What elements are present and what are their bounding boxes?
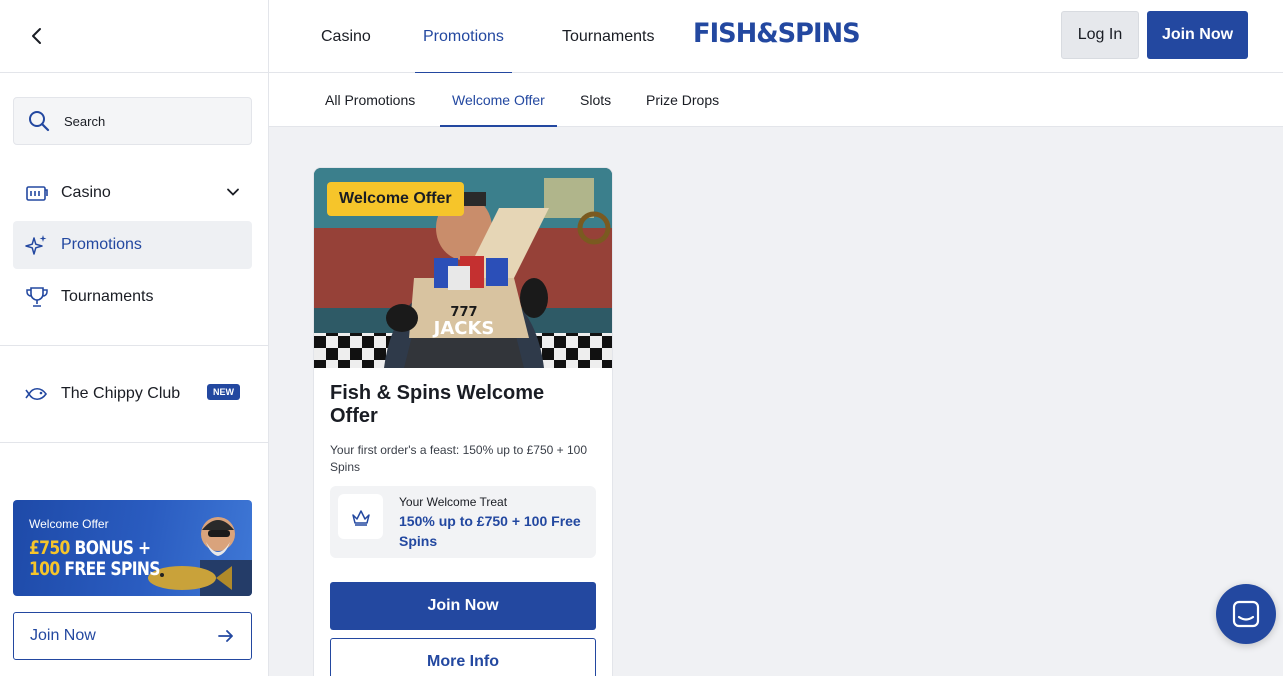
banner-amount: £750 [29, 537, 70, 559]
sidebar-item-label: Tournaments [61, 288, 154, 305]
brand-logo[interactable]: FISH&SPINS [693, 18, 861, 49]
banner-line2: FREE SPINS [64, 558, 160, 580]
search-placeholder: Search [64, 113, 106, 129]
box-brand: JACKS [432, 318, 495, 339]
tab-slots[interactable]: Slots [580, 73, 611, 126]
sidebar-item-label: The Chippy Club [61, 385, 181, 402]
promo-image[interactable]: 777 JACKS Welcome Offer [314, 168, 612, 368]
treat-value: 150% up to £750 + 100 Free Spins [399, 513, 581, 549]
welcome-offer-tag: Welcome Offer [327, 182, 464, 216]
sidebar-item-chippy-club[interactable]: The Chippy Club NEW [13, 370, 252, 418]
promo-card: 777 JACKS Welcome Offer Fish & Spins Wel… [313, 167, 613, 676]
more-info-button[interactable]: More Info [330, 638, 596, 676]
subtab-label: Welcome Offer [452, 91, 545, 108]
live-chat-button[interactable] [1216, 584, 1276, 644]
welcome-offer-banner[interactable]: Welcome Offer £750 BONUS + 100 FREE SPIN… [13, 500, 252, 596]
search-input[interactable]: Search [13, 97, 252, 145]
sidebar-item-label: Casino [61, 184, 111, 201]
subtab-label: Prize Drops [646, 91, 720, 108]
subtab-label: Slots [580, 91, 612, 108]
tab-label: Tournaments [562, 27, 655, 45]
tab-all-promotions[interactable]: All Promotions [325, 73, 415, 126]
banner-headline: £750 BONUS + 100 FREE SPINS [29, 538, 160, 580]
sidebar-item-tournaments[interactable]: Tournaments [13, 273, 252, 321]
arrow-right-icon [218, 630, 233, 642]
subtab-label: All Promotions [325, 91, 416, 108]
promo-card-body: Fish & Spins Welcome Offer Your first or… [314, 368, 612, 676]
banner-label: Welcome Offer [29, 517, 109, 531]
crown-icon [351, 509, 370, 526]
promo-title: Fish & Spins Welcome Offer [330, 382, 545, 427]
sidebar: Search Casino Promotions Tournaments The… [0, 0, 269, 676]
tab-promotions[interactable]: Promotions [415, 0, 512, 74]
welcome-treat-box: Your Welcome Treat 150% up to £750 + 100… [330, 486, 596, 558]
chat-icon [1232, 600, 1260, 628]
tab-label: Promotions [423, 27, 504, 45]
fish-icon [25, 387, 47, 401]
back-button[interactable] [26, 25, 48, 47]
sidebar-divider [0, 442, 268, 443]
promotions-subnav: All Promotions Welcome Offer Slots Prize… [269, 73, 1283, 127]
banner-spins-count: 100 [29, 558, 60, 580]
sidebar-header [0, 0, 268, 73]
new-badge: NEW [207, 384, 240, 400]
sidebar-item-casino[interactable]: Casino [13, 169, 252, 217]
search-icon [29, 111, 50, 132]
sidebar-divider [0, 345, 268, 346]
chip-stack [434, 256, 508, 290]
tab-label: Casino [321, 27, 371, 45]
login-button[interactable]: Log In [1061, 11, 1139, 59]
sidebar-join-label: Join Now [30, 627, 96, 644]
chevron-left-icon [32, 28, 41, 44]
crown-icon-box [338, 494, 383, 539]
trophy-icon [26, 287, 48, 307]
treat-label: Your Welcome Treat [399, 495, 508, 509]
sparkles-icon [25, 235, 47, 255]
chevron-down-icon[interactable] [226, 185, 240, 199]
promo-description: Your first order's a feast: 150% up to £… [330, 443, 588, 474]
top-header: Casino Promotions Tournaments FISH&SPINS… [269, 0, 1283, 74]
tab-prize-drops[interactable]: Prize Drops [646, 73, 719, 126]
sidebar-join-button[interactable]: Join Now [13, 612, 252, 660]
slot-machine-icon [26, 186, 48, 201]
sidebar-item-promotions[interactable]: Promotions [13, 221, 252, 269]
tab-casino[interactable]: Casino [321, 0, 371, 73]
tab-welcome-offer[interactable]: Welcome Offer [440, 73, 557, 127]
sidebar-item-label: Promotions [61, 236, 142, 253]
tab-tournaments[interactable]: Tournaments [562, 0, 655, 73]
banner-line1: BONUS + [74, 537, 152, 559]
card-join-button[interactable]: Join Now [330, 582, 596, 630]
join-now-button[interactable]: Join Now [1147, 11, 1248, 59]
